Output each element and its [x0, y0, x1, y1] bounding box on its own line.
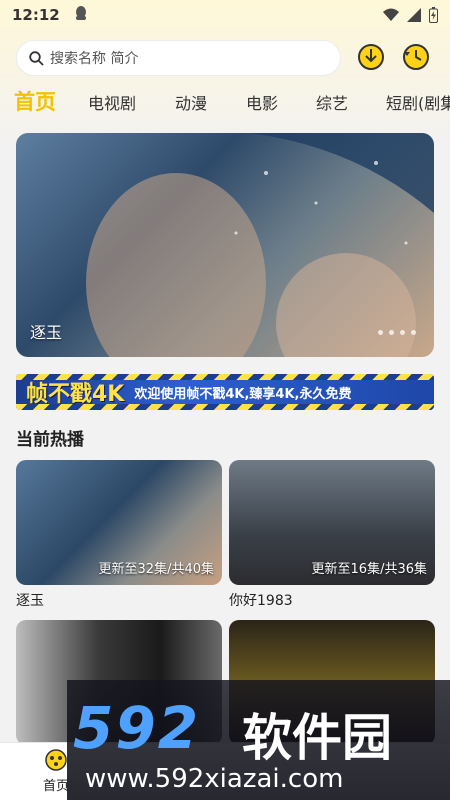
tab-tv-series[interactable]: 电视剧 [88, 90, 136, 114]
tab-variety[interactable]: 综艺 [316, 90, 348, 114]
featured-banner[interactable]: 逐玉 [16, 133, 434, 357]
drama-card[interactable]: 更新至32集/共40集 [16, 460, 222, 585]
banner-pagination [378, 330, 416, 335]
history-icon[interactable] [401, 42, 431, 72]
episode-update: 更新至16集/共36集 [311, 562, 427, 577]
search-input[interactable]: 搜索名称 简介 [16, 40, 341, 76]
tab-anime[interactable]: 动漫 [175, 90, 207, 114]
download-icon[interactable] [356, 42, 386, 72]
ad-stripe [16, 374, 434, 380]
ad-stripe [16, 404, 434, 410]
banner-artwork [86, 133, 434, 357]
pagination-dot [400, 330, 405, 335]
drama-title[interactable]: 逐玉 [16, 590, 44, 610]
signal-icon [407, 8, 421, 22]
pagination-dot [389, 330, 394, 335]
watermark: 592 软件园 www.592xiazai.com [67, 680, 450, 800]
watermark-number: 592 [73, 694, 201, 762]
episode-update: 更新至32集/共40集 [98, 562, 214, 577]
category-tabs: 首页 电视剧 动漫 电影 综艺 短剧(剧集 [0, 84, 450, 120]
drama-card[interactable]: 更新至16集/共36集 [229, 460, 435, 585]
watermark-chinese: 软件园 [242, 709, 392, 767]
tab-home[interactable]: 首页 [14, 86, 56, 116]
pagination-dot [411, 330, 416, 335]
promo-ad-banner[interactable]: 帧不戳4K 欢迎使用帧不戳4K,臻享4K,永久免费 [16, 374, 434, 410]
ad-text: 欢迎使用帧不戳4K,臻享4K,永久免费 [134, 386, 352, 402]
tab-movies[interactable]: 电影 [246, 90, 278, 114]
status-icons [383, 7, 438, 23]
battery-icon [429, 7, 438, 23]
status-bar: 12:12 [0, 0, 450, 30]
search-icon [29, 50, 44, 66]
wifi-icon [383, 8, 399, 21]
qq-notification-icon [74, 5, 88, 25]
status-time: 12:12 [12, 6, 60, 24]
home-icon [45, 749, 67, 771]
tab-short-drama[interactable]: 短剧(剧集 [386, 90, 450, 114]
pagination-dot [378, 330, 383, 335]
search-placeholder: 搜索名称 简介 [50, 51, 139, 67]
banner-title: 逐玉 [30, 323, 63, 342]
section-title: 当前热播 [16, 430, 84, 450]
drama-title[interactable]: 你好1983 [229, 590, 293, 610]
watermark-url: www.592xiazai.com [85, 764, 344, 794]
